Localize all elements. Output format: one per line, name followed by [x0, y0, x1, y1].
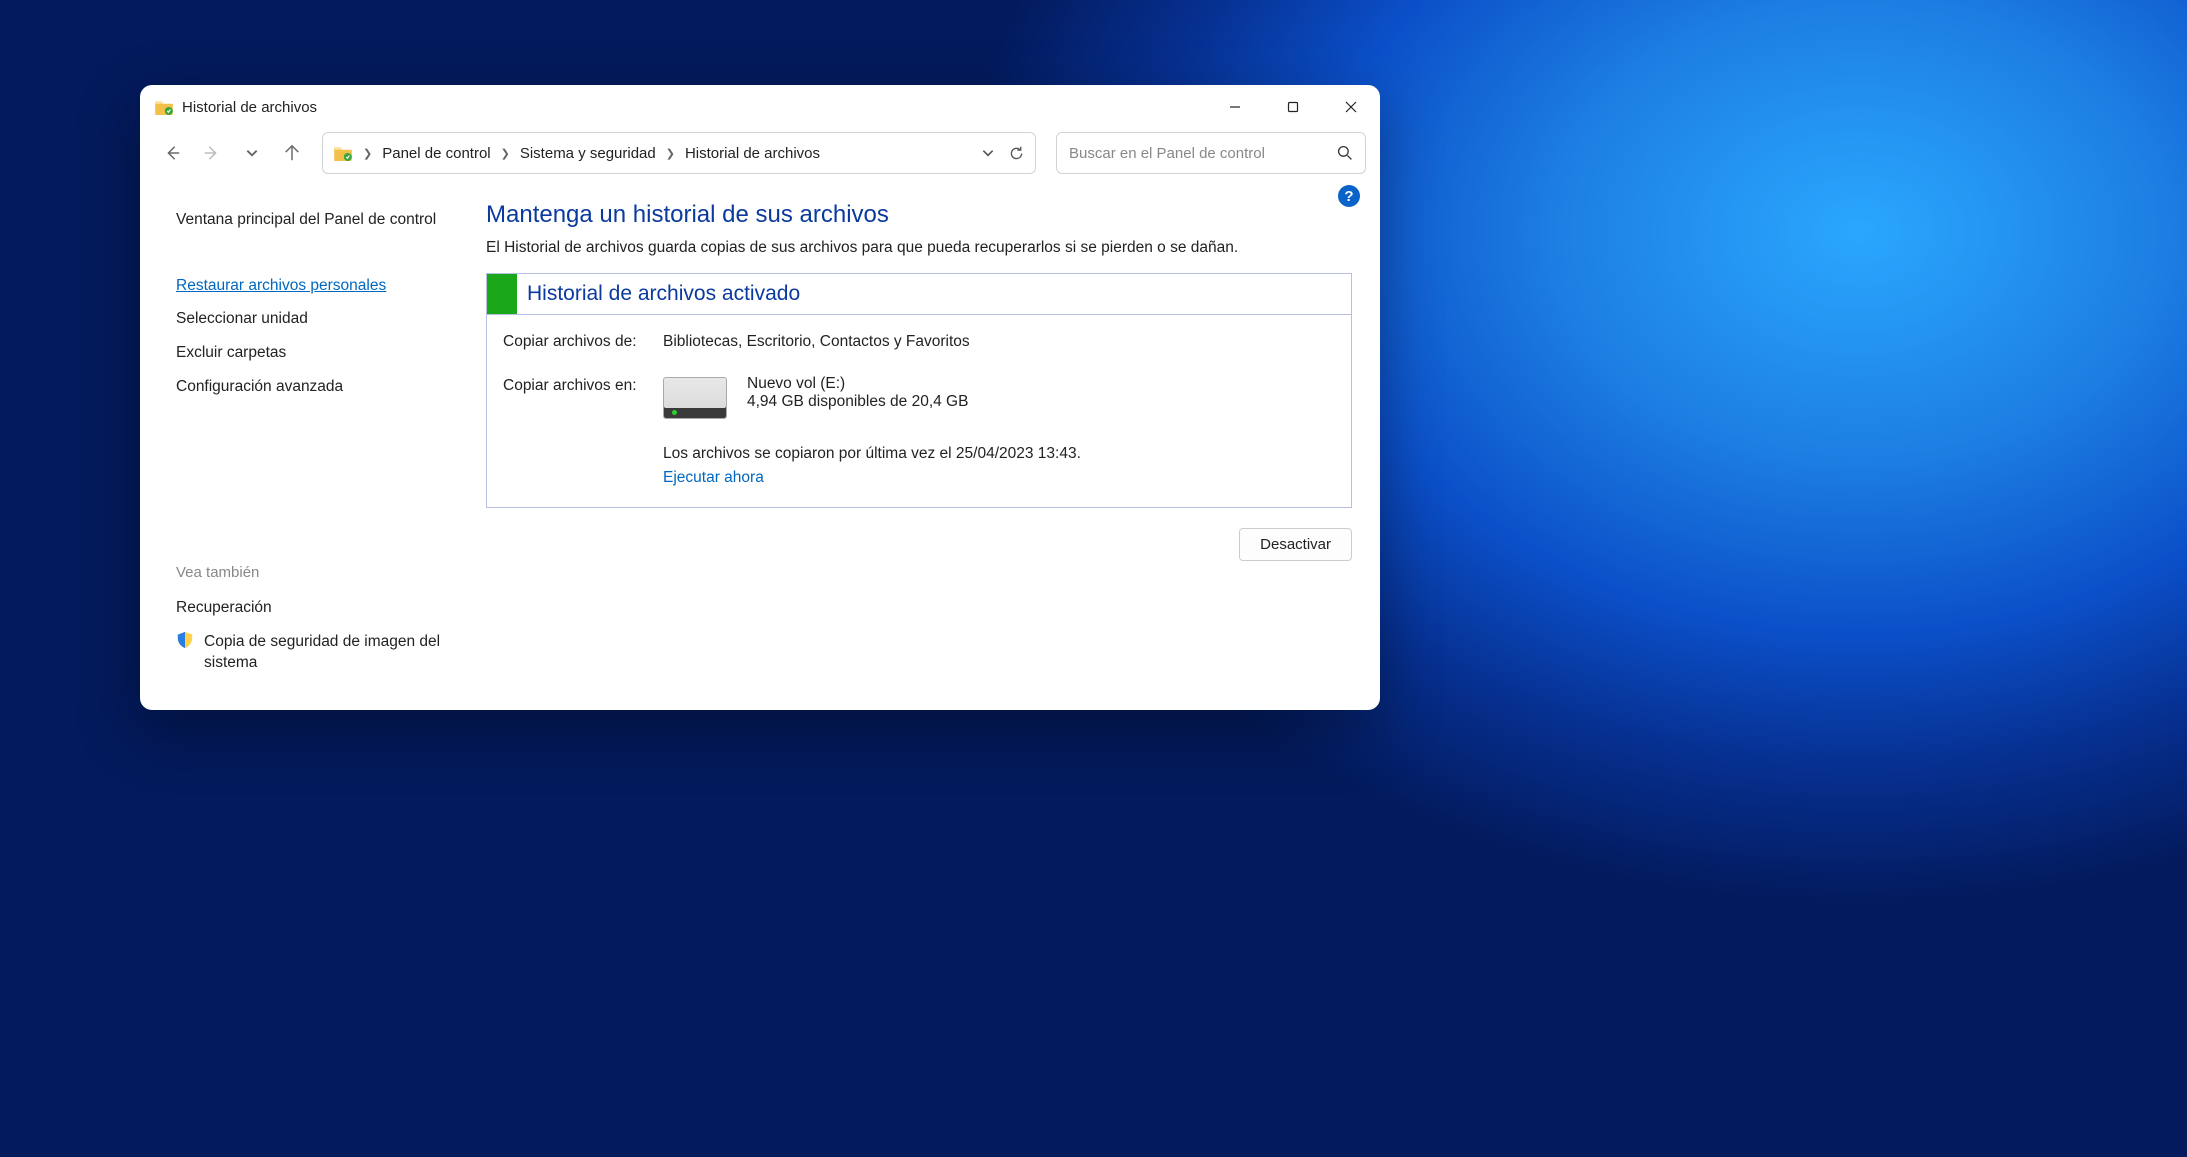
- drive-name: Nuevo vol (E:): [747, 375, 968, 393]
- up-button[interactable]: [282, 143, 302, 163]
- see-also-header: Vea también: [176, 564, 476, 581]
- window-body: Ventana principal del Panel de control R…: [140, 177, 1380, 710]
- breadcrumb-item[interactable]: Sistema y seguridad: [520, 145, 656, 162]
- navigation-row: ❯ Panel de control ❯ Sistema y seguridad…: [140, 129, 1380, 177]
- recent-locations-button[interactable]: [242, 143, 262, 163]
- refresh-button[interactable]: [1007, 144, 1025, 162]
- sidebar-link-main[interactable]: Ventana principal del Panel de control: [176, 193, 476, 247]
- sidebar-link-select-drive[interactable]: Seleccionar unidad: [176, 308, 476, 330]
- window-title: Historial de archivos: [182, 99, 317, 116]
- drive-space: 4,94 GB disponibles de 20,4 GB: [747, 393, 968, 411]
- address-bar[interactable]: ❯ Panel de control ❯ Sistema y seguridad…: [322, 132, 1036, 174]
- search-input[interactable]: Buscar en el Panel de control: [1056, 132, 1366, 174]
- folder-icon: [333, 145, 353, 161]
- status-indicator-icon: [487, 274, 517, 314]
- minimize-button[interactable]: [1206, 85, 1264, 129]
- last-copy-text: Los archivos se copiaron por última vez …: [663, 445, 1351, 463]
- main-content: ? Mantenga un historial de sus archivos …: [486, 177, 1380, 710]
- search-icon: [1337, 145, 1353, 161]
- breadcrumb-item[interactable]: Historial de archivos: [685, 145, 820, 162]
- sidebar-link-exclude-folders[interactable]: Excluir carpetas: [176, 342, 476, 364]
- page-heading: Mantenga un historial de sus archivos: [486, 201, 1352, 229]
- maximize-button[interactable]: [1264, 85, 1322, 129]
- help-button[interactable]: ?: [1338, 185, 1360, 207]
- titlebar: Historial de archivos: [140, 85, 1380, 129]
- see-also-system-image[interactable]: Copia de seguridad de imagen del sistema: [176, 631, 476, 674]
- sidebar: Ventana principal del Panel de control R…: [140, 177, 486, 710]
- drive-icon: [663, 377, 727, 419]
- deactivate-button[interactable]: Desactivar: [1239, 528, 1352, 561]
- address-history-button[interactable]: [979, 144, 997, 162]
- page-subtext: El Historial de archivos guarda copias d…: [486, 239, 1352, 257]
- actions-row: Desactivar: [486, 528, 1352, 561]
- forward-button[interactable]: [202, 143, 222, 163]
- copy-to-label: Copiar archivos en:: [503, 377, 663, 395]
- file-history-window: Historial de archivos ❯ Panel de control…: [140, 85, 1380, 710]
- see-also-recovery[interactable]: Recuperación: [176, 597, 476, 619]
- status-panel-body: Copiar archivos de: Bibliotecas, Escrito…: [487, 315, 1351, 507]
- status-title: Historial de archivos activado: [527, 282, 800, 306]
- search-placeholder: Buscar en el Panel de control: [1069, 145, 1337, 162]
- folder-icon: [154, 99, 174, 115]
- chevron-right-icon[interactable]: ❯: [501, 147, 510, 160]
- chevron-right-icon[interactable]: ❯: [666, 147, 675, 160]
- see-also-section: Vea también Recuperación Copia de seguri…: [176, 564, 476, 686]
- shield-icon: [176, 631, 194, 649]
- close-button[interactable]: [1322, 85, 1380, 129]
- sidebar-link-restore[interactable]: Restaurar archivos personales: [176, 275, 476, 297]
- status-panel: Historial de archivos activado Copiar ar…: [486, 273, 1352, 508]
- copy-from-label: Copiar archivos de:: [503, 333, 663, 351]
- status-panel-header: Historial de archivos activado: [487, 274, 1351, 315]
- run-now-link[interactable]: Ejecutar ahora: [663, 469, 1351, 487]
- chevron-right-icon[interactable]: ❯: [363, 147, 372, 160]
- copy-from-value: Bibliotecas, Escritorio, Contactos y Fav…: [663, 333, 970, 351]
- back-button[interactable]: [162, 143, 182, 163]
- breadcrumb-item[interactable]: Panel de control: [382, 145, 490, 162]
- sidebar-link-advanced[interactable]: Configuración avanzada: [176, 376, 476, 398]
